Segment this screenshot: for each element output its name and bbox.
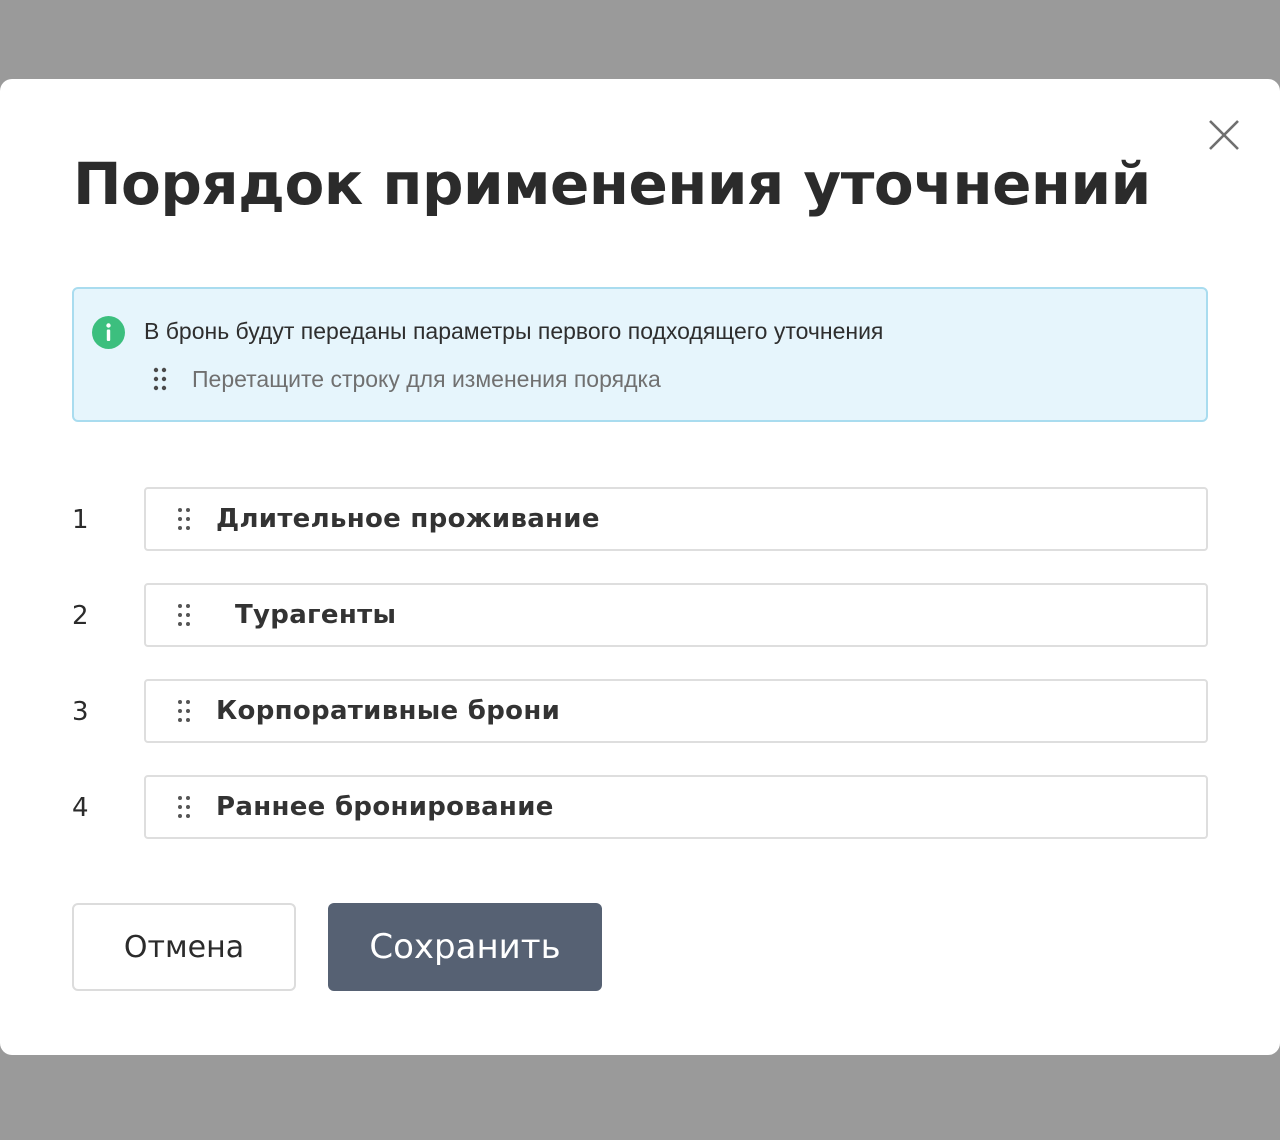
row-number: 1 xyxy=(72,505,89,535)
row-label: Длительное проживание xyxy=(216,504,600,534)
cancel-button[interactable]: Отмена xyxy=(72,903,296,991)
info-message: В бронь будут переданы параметры первого… xyxy=(144,318,884,344)
row-label: Корпоративные брони xyxy=(216,696,561,726)
row-number: 4 xyxy=(72,793,89,823)
sortable-row[interactable]: Корпоративные брони xyxy=(144,679,1208,743)
info-icon xyxy=(92,316,125,349)
drag-handle-icon[interactable] xyxy=(176,698,192,724)
sortable-row[interactable]: Турагенты xyxy=(144,583,1208,647)
close-button[interactable] xyxy=(1204,115,1244,155)
close-icon xyxy=(1209,120,1239,150)
drag-handle-icon[interactable] xyxy=(176,602,192,628)
save-button[interactable]: Сохранить xyxy=(328,903,602,991)
sortable-row[interactable]: Раннее бронирование xyxy=(144,775,1208,839)
row-label: Турагенты xyxy=(235,600,397,630)
row-number: 2 xyxy=(72,601,89,631)
drag-handle-icon[interactable] xyxy=(176,506,192,532)
drag-handle-icon[interactable] xyxy=(176,794,192,820)
info-banner: В бронь будут переданы параметры первого… xyxy=(72,287,1208,422)
sortable-row[interactable]: Длительное проживание xyxy=(144,487,1208,551)
dialog-title: Порядок применения уточнений xyxy=(73,150,1151,218)
drag-hint: Перетащите строку для изменения порядка xyxy=(192,366,661,392)
row-label: Раннее бронирование xyxy=(216,792,554,822)
row-number: 3 xyxy=(72,697,89,727)
drag-handle-icon xyxy=(153,367,167,391)
